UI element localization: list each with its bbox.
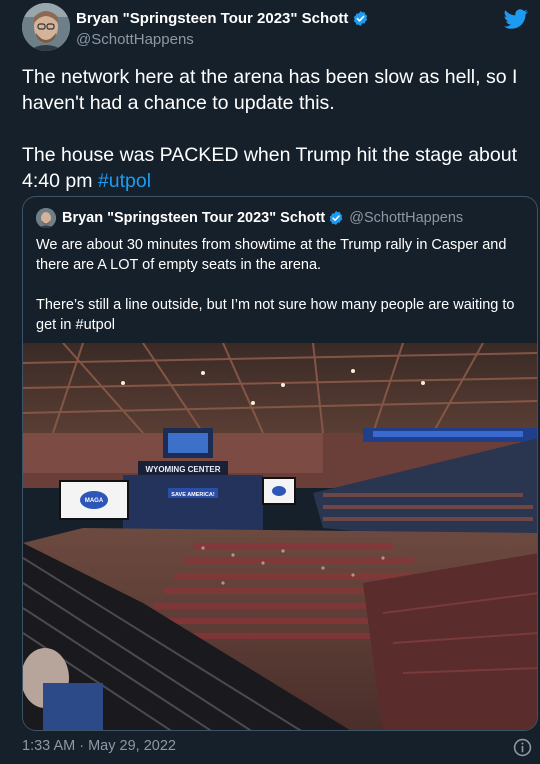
hashtag-link[interactable]: #utpol	[98, 170, 151, 192]
stage-banner-text: SAVE AMERICA!	[171, 492, 215, 498]
author-handle[interactable]: @SchottHappens	[76, 31, 194, 48]
screen-left-text: MAGA	[85, 498, 104, 504]
avatar[interactable]	[22, 3, 70, 51]
verified-badge-icon	[329, 211, 343, 225]
author-display-name[interactable]: Bryan "Springsteen Tour 2023" Schott	[76, 10, 348, 27]
arena-photo-image: WYOMING CENTER SAVE AMERICA! MAGA	[23, 343, 537, 730]
quoted-paragraph-2: There’s still a line outside, but I’m no…	[36, 297, 515, 333]
quoted-tweet-header: Bryan "Springsteen Tour 2023" Schott @Sc…	[36, 208, 463, 228]
tweet-paragraph-2: The house was PACKED when Trump hit the …	[22, 142, 532, 194]
tweet-card: Bryan "Springsteen Tour 2023" Schott @Sc…	[0, 0, 540, 764]
info-icon[interactable]	[513, 738, 532, 757]
twitter-bird-icon[interactable]	[504, 7, 528, 31]
quoted-avatar	[36, 208, 56, 228]
quoted-paragraph-1: We are about 30 minutes from showtime at…	[36, 237, 507, 273]
tweet-paragraph-1: The network here at the arena has been s…	[22, 66, 518, 114]
quoted-handle: @SchottHappens	[349, 210, 464, 226]
quoted-tweet-body: We are about 30 minutes from showtime at…	[36, 235, 531, 355]
tweet-header: Bryan "Springsteen Tour 2023" Schott @Sc…	[22, 3, 530, 51]
author-name-row[interactable]: Bryan "Springsteen Tour 2023" Schott	[76, 10, 369, 27]
quoted-display-name: Bryan "Springsteen Tour 2023" Schott	[62, 210, 326, 226]
verified-badge-icon	[354, 11, 368, 26]
tweet-paragraph-2-text: The house was PACKED when Trump hit the …	[22, 144, 517, 192]
arena-sign-text: WYOMING CENTER	[145, 465, 220, 474]
quoted-tweet[interactable]: Bryan "Springsteen Tour 2023" Schott @Sc…	[22, 196, 538, 731]
arena-photo[interactable]: WYOMING CENTER SAVE AMERICA! MAGA	[23, 343, 537, 730]
tweet-timestamp[interactable]: 1:33 AM · May 29, 2022	[22, 738, 176, 754]
